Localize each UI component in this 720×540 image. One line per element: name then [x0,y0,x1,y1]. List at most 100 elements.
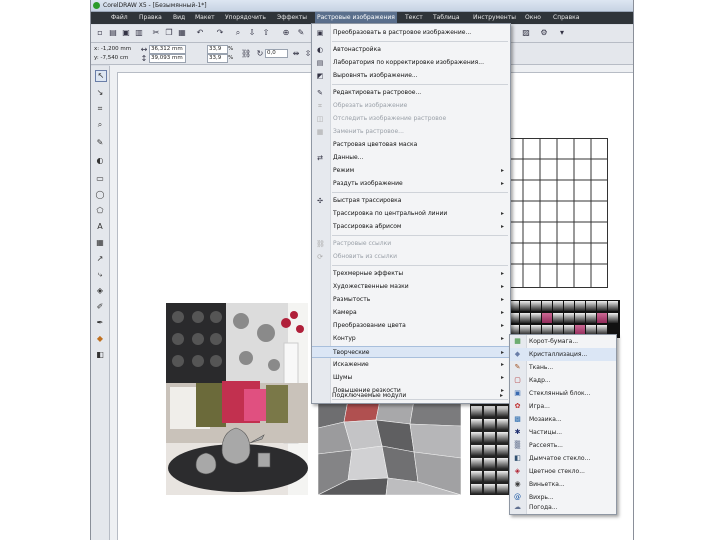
submenu-item-weather[interactable]: ☁ Погода... [510,501,616,514]
menu-text[interactable]: Текст [405,14,423,21]
submenu-item-stained-glass[interactable]: ◈ Цветное стекло... [510,465,616,478]
zoom-icon[interactable]: ⊕ [281,28,291,38]
scale-width-field[interactable]: 33,9 [207,45,228,54]
text-tool-icon[interactable]: A [95,222,105,232]
menu-item-outline-trace[interactable]: Трассировка абрисом ▸ [312,221,510,233]
eyedropper-tool-icon[interactable]: ✐ [95,302,105,312]
ellipse-tool-icon[interactable]: ◯ [95,190,105,200]
submenu-item-glass-block[interactable]: ▣ Стеклянный блок... [510,387,616,400]
menu-item-art-strokes[interactable]: Художественные мазки ▸ [312,281,510,293]
interior-photo[interactable] [166,303,308,495]
height-field[interactable]: 39,093 mm [149,54,186,63]
menu-arrange[interactable]: Упорядочить [225,14,266,21]
menu-item-quick-trace[interactable]: ✣ Быстрая трассировка [312,195,510,207]
menu-item-inflate-bitmap[interactable]: Раздуть изображение ▸ [312,178,510,190]
undo-icon[interactable]: ↶ [195,28,205,38]
submenu-item-fabric[interactable]: ✎ Ткань... [510,361,616,374]
submenu-item-kids-play[interactable]: ✿ Игра... [510,400,616,413]
polygon-tool-icon[interactable]: ⬠ [95,206,105,216]
width-field[interactable]: 36,312 mm [149,45,186,54]
menu-item-color-transform[interactable]: Преобразование цвета ▸ [312,320,510,332]
submenu-item-crafts[interactable]: ▦ Корот-бумага... [510,335,616,348]
menu-file[interactable]: Файл [111,14,128,21]
menu-item-straighten[interactable]: ◩ Выровнять изображение... [312,70,510,82]
menu-item-auto-adjust[interactable]: ◐ Автонастройка [312,44,510,56]
menu-edit[interactable]: Правка [139,14,162,21]
menu-item-creative[interactable]: Творческие ▸ [312,346,510,358]
paste-icon[interactable]: ▦ [177,28,187,38]
outline-tool-icon[interactable]: ✒ [95,318,105,328]
lock-ratio-icon[interactable]: ⛓ [241,49,251,59]
menu-item-edit-bitmap[interactable]: ✎ Редактировать растровое... [312,87,510,99]
new-icon[interactable]: ▫ [95,28,105,38]
submenu-item-vignette[interactable]: ◉ Виньетка... [510,478,616,491]
submenu-item-scatter[interactable]: ▒ Рассеять... [510,439,616,452]
menu-item-contour[interactable]: Контур ▸ [312,333,510,345]
menu-effects[interactable]: Эффекты [277,14,307,21]
submenu-item-smoked-glass[interactable]: ◧ Дымчатое стекло... [510,452,616,465]
interactive-fill-icon[interactable]: ◧ [95,350,105,360]
menu-item-noise[interactable]: Шумы ▸ [312,372,510,384]
menu-item-centerline-trace[interactable]: Трассировка по центральной линии ▸ [312,208,510,220]
submenu-item-particles[interactable]: ✱ Частицы... [510,426,616,439]
search-icon[interactable]: ⌕ [233,28,243,38]
tile-effect-strip[interactable] [508,300,620,338]
menu-item-mode[interactable]: Режим ▸ [312,165,510,177]
table-tool-icon[interactable]: ▦ [95,238,105,248]
copy-icon[interactable]: ❐ [164,28,174,38]
angle-field[interactable]: 0,0 [265,49,288,58]
menu-item-blur[interactable]: Размытость ▸ [312,294,510,306]
open-icon[interactable]: ▤ [108,28,118,38]
menu-table[interactable]: Таблица [433,14,460,21]
menu-item-image-adjustment-lab[interactable]: ▤ Лаборатория по корректировке изображен… [312,57,510,69]
menu-item-crop-bitmap[interactable]: ⌗ Обрезать изображение [312,100,510,112]
menu-tools[interactable]: Инструменты [473,14,516,21]
cut-icon[interactable]: ✂ [151,28,161,38]
submenu-item-crystalize[interactable]: ◆ Кристаллизация... [510,348,616,361]
pick-tool-icon[interactable]: ↖ [95,70,107,82]
menu-item-convert-to-bitmap[interactable]: ▣ Преобразовать в растровое изображение.… [312,27,510,39]
freehand-tool-icon[interactable]: ✎ [95,138,105,148]
submenu-item-mosaic[interactable]: ▩ Мозаика... [510,413,616,426]
connector-tool-icon[interactable]: ⤷ [95,270,105,280]
menu-layout[interactable]: Макет [195,14,215,21]
submenu-item-frame[interactable]: ▢ Кадр... [510,374,616,387]
crystallized-photo[interactable] [318,400,461,495]
menu-item-plugins[interactable]: Подключаемые модули ▸ [311,390,509,402]
fill-tool-icon[interactable]: ◆ [95,334,105,344]
menu-item-data[interactable]: ⇄ Данные... [312,152,510,164]
print-icon[interactable]: ▥ [134,28,144,38]
options-icon[interactable]: ⚙ [539,28,549,38]
table-grid-object[interactable] [506,138,608,288]
menu-view[interactable]: Вид [173,14,185,21]
rectangle-tool-icon[interactable]: ▭ [95,174,105,184]
menu-item-bitmap-links[interactable]: ⛓ Растровые ссылки [312,238,510,250]
menu-item-update-from-link[interactable]: ⟳ Обновить из ссылки [312,251,510,263]
blend-tool-icon[interactable]: ◈ [95,286,105,296]
scale-height-field[interactable]: 33,9 [207,54,228,63]
crop-tool-icon[interactable]: ⌗ [95,104,105,114]
import-icon[interactable]: ⇩ [247,28,257,38]
menu-help[interactable]: Справка [553,14,579,21]
save-icon[interactable]: ▣ [121,28,131,38]
export-icon[interactable]: ⇧ [261,28,271,38]
redo-icon[interactable]: ↷ [215,28,225,38]
submenu-arrow-icon: ▸ [500,349,504,356]
shape-tool-icon[interactable]: ↘ [95,88,105,98]
dimension-tool-icon[interactable]: ↗ [95,254,105,264]
menu-item-distort[interactable]: Искажение ▸ [312,359,510,371]
vertical-ruler[interactable] [110,72,118,540]
menu-item-camera[interactable]: Камера ▸ [312,307,510,319]
zoom-tool-icon[interactable]: ⌕ [95,120,105,130]
menu-item-color-mask[interactable]: Растровая цветовая маска [312,139,510,151]
snap-icon[interactable]: ▨ [521,28,531,38]
mirror-h-icon[interactable]: ⇹ [291,49,301,59]
menu-item-trace-bitmap[interactable]: ◫ Отследить изображение растровое [312,113,510,125]
smart-fill-icon[interactable]: ◐ [95,156,105,166]
menu-item-resample[interactable]: ▦ Заменить растровое... [312,126,510,138]
submenu-arrow-icon: ▸ [500,322,504,329]
pencil-icon[interactable]: ✎ [296,28,306,38]
menu-item-3d-effects[interactable]: Трехмерные эффекты ▸ [312,268,510,280]
launcher-icon[interactable]: ▾ [557,28,567,38]
menu-window[interactable]: Окно [525,14,541,21]
